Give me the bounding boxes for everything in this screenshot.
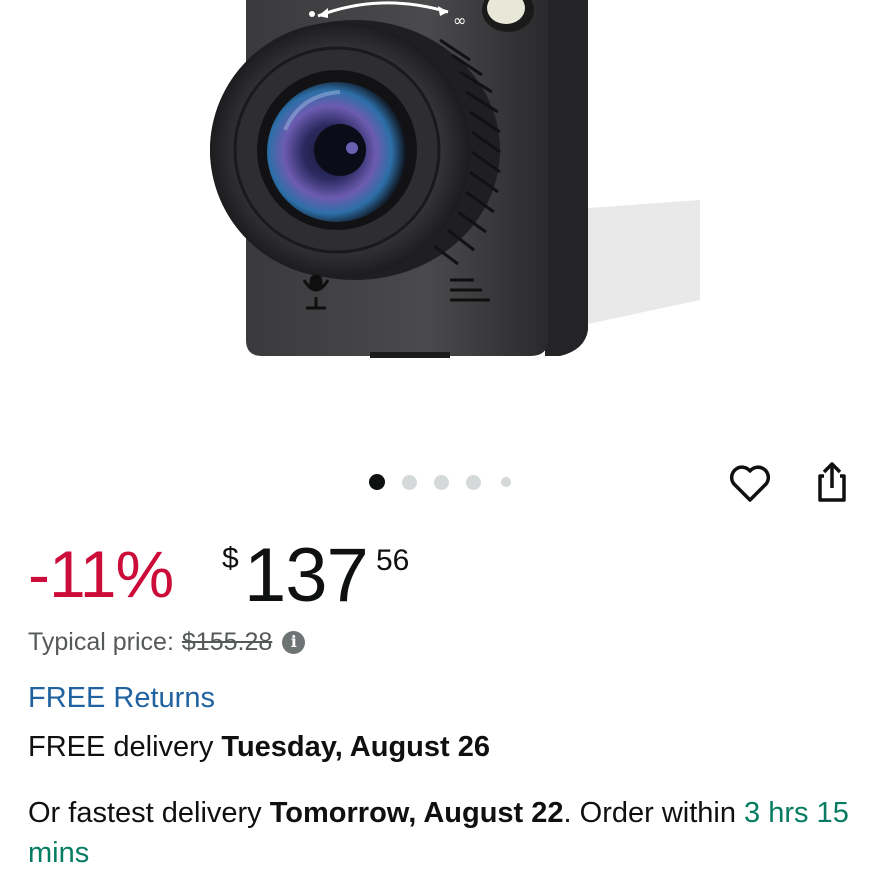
fastest-delivery-info: Or fastest delivery Tomorrow, August 22.… — [28, 793, 868, 873]
typical-price-label: Typical price: — [28, 628, 174, 656]
carousel-dot[interactable] — [402, 475, 417, 490]
price-whole: 137 — [244, 533, 369, 618]
free-returns-link[interactable]: FREE Returns — [28, 681, 215, 715]
carousel-dot[interactable] — [466, 475, 481, 490]
heart-icon — [729, 465, 771, 502]
carousel-dot-active[interactable] — [369, 474, 385, 490]
price-block: -11% $ 137 56 — [28, 528, 628, 618]
svg-text:∞: ∞ — [453, 11, 466, 30]
product-image[interactable]: ∞ — [0, 0, 884, 380]
fastest-prefix: Or fastest delivery — [28, 797, 270, 829]
typical-price: Typical price: $155.28 i — [28, 626, 306, 658]
image-carousel-indicator[interactable] — [369, 473, 519, 491]
share-button[interactable] — [808, 458, 856, 506]
typical-price-value: $155.28 — [181, 628, 273, 656]
carousel-dot[interactable] — [501, 477, 511, 487]
price-currency-symbol: $ — [222, 542, 239, 575]
share-icon — [818, 462, 846, 502]
fastest-date: Tomorrow, August 22 — [269, 797, 564, 829]
wishlist-button[interactable] — [726, 460, 774, 508]
delivery-date: Tuesday, August 26 — [221, 731, 490, 763]
price-fraction: 56 — [376, 544, 410, 577]
delivery-info: FREE delivery Tuesday, August 26 — [28, 730, 490, 764]
info-icon[interactable]: i — [282, 630, 306, 654]
delivery-prefix: FREE delivery — [28, 731, 222, 763]
fastest-middle: . Order within — [563, 797, 745, 829]
discount-percentage: -11% — [28, 537, 174, 611]
carousel-dot[interactable] — [434, 475, 449, 490]
